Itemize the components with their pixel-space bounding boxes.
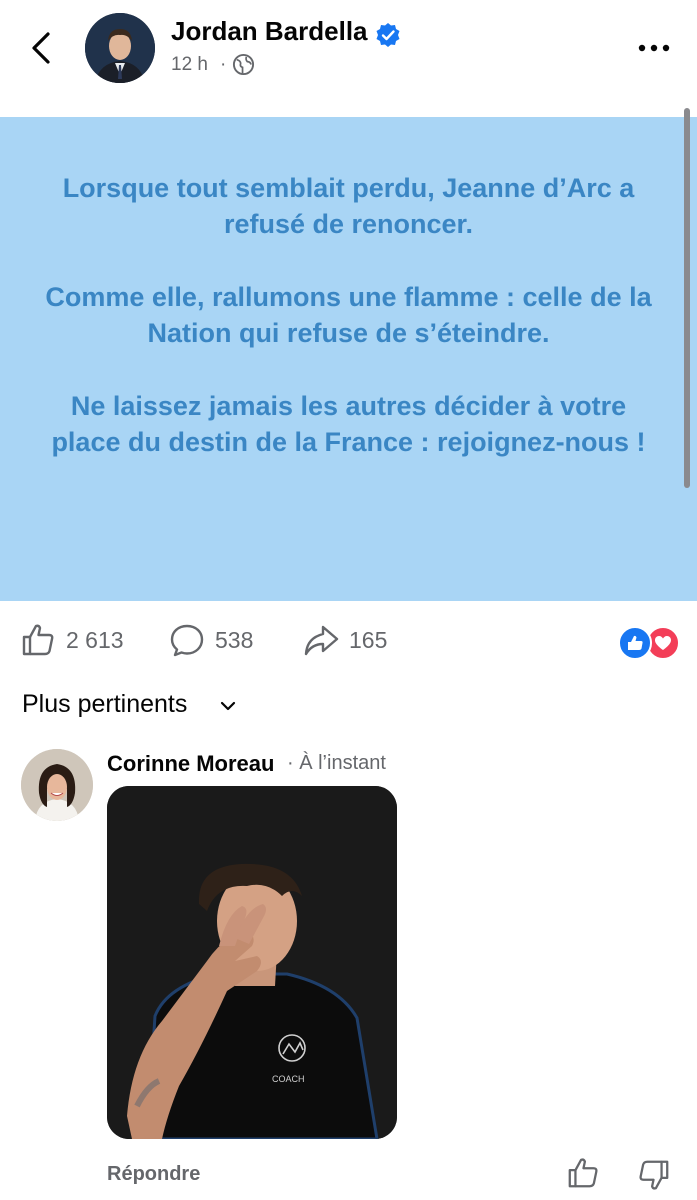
scrollbar[interactable]: [684, 108, 690, 488]
gif-shirt-text: COACH: [272, 1074, 305, 1084]
comment-time: · À l’instant: [287, 752, 386, 774]
commenter-name[interactable]: Corinne Moreau: [107, 751, 274, 777]
post-text: Lorsque tout semblait perdu, Jeanne d’Ar…: [40, 170, 657, 497]
like-button[interactable]: 2 613: [20, 620, 124, 660]
like-reaction-icon[interactable]: [618, 626, 652, 660]
post-paragraph: Lorsque tout semblait perdu, Jeanne d’Ar…: [62, 173, 635, 239]
verified-badge-icon: [376, 23, 400, 47]
thumbs-down-icon[interactable]: [637, 1158, 671, 1192]
globe-icon: [232, 53, 255, 76]
share-button[interactable]: 165: [303, 620, 387, 660]
comments-count: 538: [215, 626, 254, 653]
chevron-down-icon[interactable]: [218, 696, 238, 716]
reply-button[interactable]: Répondre: [107, 1163, 200, 1186]
share-arrow-icon: [304, 625, 339, 656]
author-avatar[interactable]: [85, 13, 155, 83]
more-horizontal-icon[interactable]: [636, 36, 672, 60]
separator-dot: ·: [220, 54, 227, 75]
comment-button[interactable]: 538: [169, 620, 253, 660]
comments-sort-dropdown[interactable]: Plus pertinents: [22, 690, 187, 719]
comment-gif-image[interactable]: COACH: [107, 786, 397, 1139]
thumbs-up-icon: [22, 624, 54, 656]
comment-bubble-icon: [170, 624, 204, 657]
chevron-left-icon[interactable]: [22, 28, 62, 68]
shares-count: 165: [349, 626, 388, 653]
commenter-avatar[interactable]: [21, 749, 93, 821]
author-name[interactable]: Jordan Bardella: [171, 16, 368, 47]
post-paragraph: Comme elle, rallumons une flamme : celle…: [45, 282, 652, 348]
post-time[interactable]: 12 h: [171, 54, 208, 76]
thumbs-up-icon[interactable]: [566, 1156, 600, 1190]
likes-count: 2 613: [66, 626, 124, 653]
post-paragraph: Ne laissez jamais les autres décider à v…: [51, 391, 646, 457]
